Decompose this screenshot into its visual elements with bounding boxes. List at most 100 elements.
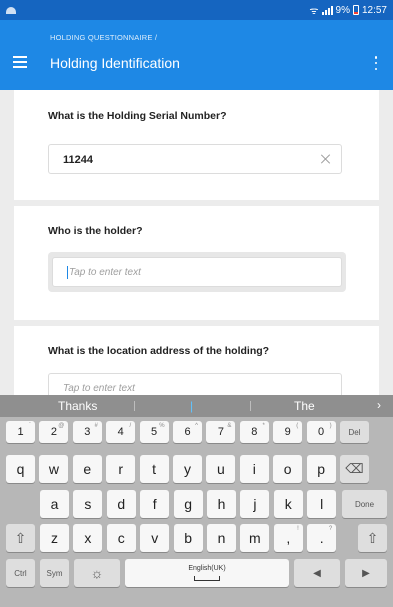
space-bar[interactable]: English(UK) — [125, 559, 289, 587]
key-h-label: h — [217, 496, 226, 512]
key-d-label: d — [117, 496, 126, 512]
suggestion-thanks[interactable]: Thanks — [58, 399, 97, 413]
shift-right-icon-label: ⇧ — [366, 529, 379, 546]
key-period[interactable]: .? — [307, 524, 337, 552]
cursor-left-icon[interactable]: ◀ — [294, 559, 340, 587]
key-u[interactable]: u — [206, 455, 236, 483]
question-label: Who is the holder? — [48, 225, 143, 237]
key-7-label: 7 — [217, 426, 224, 438]
key-o-label: o — [283, 461, 292, 477]
page-title: Holding Identification — [50, 55, 180, 71]
sym-key[interactable]: Sym — [40, 559, 69, 587]
key-period-alt: ? — [328, 526, 333, 532]
suggestion-cursor[interactable]: | — [190, 399, 193, 413]
suggestion-the[interactable]: The — [294, 399, 315, 413]
delete-key[interactable]: Del — [340, 421, 369, 443]
key-1[interactable]: 1 ` — [6, 421, 35, 443]
shift-icon[interactable]: ⇧ — [6, 524, 35, 552]
key-b[interactable]: b — [173, 524, 203, 552]
key-comma[interactable]: ,! — [273, 524, 303, 552]
more-vertical-icon[interactable] — [373, 56, 379, 70]
key-0-label: 0 — [318, 426, 325, 438]
key-w[interactable]: w — [39, 455, 69, 483]
done-key-label: Done — [354, 499, 375, 509]
app-bar: HOLDING QUESTIONNAIRE / Holding Identifi… — [0, 20, 393, 90]
key-a[interactable]: a — [40, 490, 69, 518]
key-n-label: n — [217, 530, 226, 546]
key-8[interactable]: 8 * — [239, 421, 269, 443]
key-x[interactable]: x — [73, 524, 103, 552]
serial-number-input[interactable]: 11244 — [48, 144, 342, 174]
key-e[interactable]: e — [72, 455, 102, 483]
address-input[interactable]: Tap to enter text — [48, 373, 342, 395]
key-9[interactable]: 9( — [273, 421, 303, 443]
key-4-label: 4 — [117, 426, 124, 438]
key-j[interactable]: j — [240, 490, 270, 518]
ctrl-key[interactable]: Ctrl — [6, 559, 35, 587]
notification-icon — [6, 6, 16, 14]
screen: ᯤ 9% 12:57 HOLDING QUESTIONNAIRE / Holdi… — [0, 0, 393, 607]
key-w-label: w — [48, 461, 59, 477]
key-q[interactable]: q — [6, 455, 35, 483]
key-v[interactable]: v — [140, 524, 170, 552]
shift-right-icon[interactable]: ⇧ — [358, 524, 387, 552]
suggestion-expand-icon[interactable]: › — [377, 398, 381, 412]
key-0-alt: ) — [329, 423, 332, 429]
settings-gear-icon[interactable]: ☼ — [74, 559, 120, 587]
key-c[interactable]: c — [106, 524, 136, 552]
key-0[interactable]: 0) — [306, 421, 336, 443]
holder-input[interactable]: Tap to enter text — [52, 257, 342, 287]
done-key[interactable]: Done — [342, 490, 387, 518]
suggestion-divider — [134, 401, 135, 411]
key-8-alt: * — [262, 423, 265, 429]
key-g[interactable]: g — [173, 490, 203, 518]
key-3[interactable]: 3 # — [72, 421, 102, 443]
key-k[interactable]: k — [273, 490, 303, 518]
status-bar: ᯤ 9% 12:57 — [0, 0, 393, 20]
key-m[interactable]: m — [240, 524, 270, 552]
key-2-alt: @ — [58, 423, 65, 429]
questionnaire-content[interactable]: What is the Holding Serial Number? 11244… — [0, 90, 393, 395]
key-a-label: a — [50, 496, 59, 512]
address-placeholder: Tap to enter text — [63, 383, 135, 394]
key-m-label: m — [249, 530, 261, 546]
key-s[interactable]: s — [73, 490, 103, 518]
breadcrumb[interactable]: HOLDING QUESTIONNAIRE / — [50, 33, 157, 42]
key-2[interactable]: 2 @ — [39, 421, 69, 443]
cursor-right-icon[interactable]: ▶ — [345, 559, 387, 587]
hamburger-menu-icon[interactable] — [13, 56, 27, 68]
key-o[interactable]: o — [273, 455, 303, 483]
key-r[interactable]: r — [106, 455, 136, 483]
suggestion-divider — [250, 401, 251, 411]
clear-icon[interactable] — [320, 153, 332, 165]
key-x-label: x — [84, 530, 92, 546]
key-7[interactable]: 7 & — [206, 421, 236, 443]
key-b-label: b — [184, 530, 192, 546]
key-6-label: 6 — [184, 426, 191, 438]
key-z[interactable]: z — [40, 524, 69, 552]
key-k-label: k — [284, 496, 292, 512]
key-y[interactable]: y — [173, 455, 202, 483]
key-comma-alt: ! — [297, 526, 299, 532]
key-5[interactable]: 5% — [139, 421, 169, 443]
backspace-icon[interactable]: ⌫ — [340, 455, 369, 483]
settings-gear-icon-label: ☼ — [90, 565, 104, 581]
key-d[interactable]: d — [106, 490, 136, 518]
key-6[interactable]: 6 ^ — [173, 421, 202, 443]
text-cursor — [67, 266, 68, 279]
key-4[interactable]: 4/ — [106, 421, 136, 443]
key-s-label: s — [84, 496, 92, 512]
key-9-alt: ( — [296, 423, 299, 429]
key-t[interactable]: t — [139, 455, 169, 483]
key-u-label: u — [216, 461, 225, 477]
key-q-label: q — [16, 461, 25, 477]
key-i[interactable]: i — [239, 455, 269, 483]
key-p[interactable]: p — [306, 455, 336, 483]
key-j-label: j — [253, 496, 257, 512]
key-f[interactable]: f — [140, 490, 170, 518]
key-h[interactable]: h — [207, 490, 236, 518]
key-l[interactable]: l — [307, 490, 337, 518]
holder-placeholder: Tap to enter text — [69, 267, 141, 278]
clock: 12:57 — [361, 4, 387, 16]
key-n[interactable]: n — [207, 524, 236, 552]
